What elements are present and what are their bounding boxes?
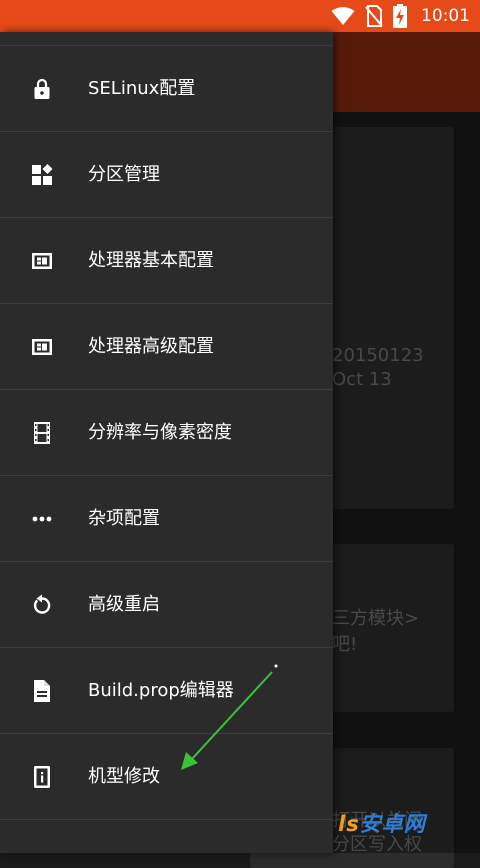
- more-horizontal-icon: [32, 516, 52, 522]
- menu-item-label: 高级重启: [88, 594, 160, 615]
- menu-item-label: 机型修改: [88, 766, 160, 787]
- menu-item-label: 分区管理: [88, 164, 160, 185]
- menu-item-cpu-basic[interactable]: 处理器基本配置: [0, 218, 333, 304]
- battery-charging-icon: [393, 4, 407, 28]
- menu-item-model-modify[interactable]: 机型修改: [0, 734, 333, 820]
- status-bar: 10:01: [0, 0, 480, 32]
- processor-icon: [32, 339, 52, 355]
- menu-item-resolution-density[interactable]: 分辨率与像素密度: [0, 390, 333, 476]
- menu-item-misc[interactable]: 杂项配置: [0, 476, 333, 562]
- lock-icon: [34, 78, 50, 99]
- menu-item-label: 分辨率与像素密度: [88, 422, 232, 443]
- clock: 10:01: [421, 6, 470, 26]
- wifi-icon: [331, 7, 355, 25]
- menu-item-selinux[interactable]: SELinux配置: [0, 46, 333, 132]
- menu-item-label: Build.prop编辑器: [88, 680, 234, 701]
- restart-icon: [33, 594, 51, 614]
- navigation-drawer: SELinux配置 分区管理 处理器基本配置 处理器高级配置 分辨率与像素密度 …: [0, 32, 333, 853]
- document-icon: [34, 680, 50, 702]
- device-info-icon: [34, 766, 50, 788]
- film-strip-icon: [34, 422, 50, 444]
- menu-item-advanced-reboot[interactable]: 高级重启: [0, 562, 333, 648]
- menu-item-label: 杂项配置: [88, 508, 160, 529]
- watermark-logo: ls安卓网: [338, 812, 426, 836]
- processor-icon: [32, 253, 52, 269]
- widgets-icon: [32, 164, 53, 185]
- menu-item-label: SELinux配置: [88, 78, 196, 99]
- no-sim-icon: [365, 5, 383, 27]
- menu-item-label: 处理器基本配置: [88, 250, 214, 271]
- menu-item-cpu-advanced[interactable]: 处理器高级配置: [0, 304, 333, 390]
- menu-item-label: 处理器高级配置: [88, 336, 214, 357]
- menu-item-partition[interactable]: 分区管理: [0, 132, 333, 218]
- menu-item-buildprop-editor[interactable]: Build.prop编辑器: [0, 648, 333, 734]
